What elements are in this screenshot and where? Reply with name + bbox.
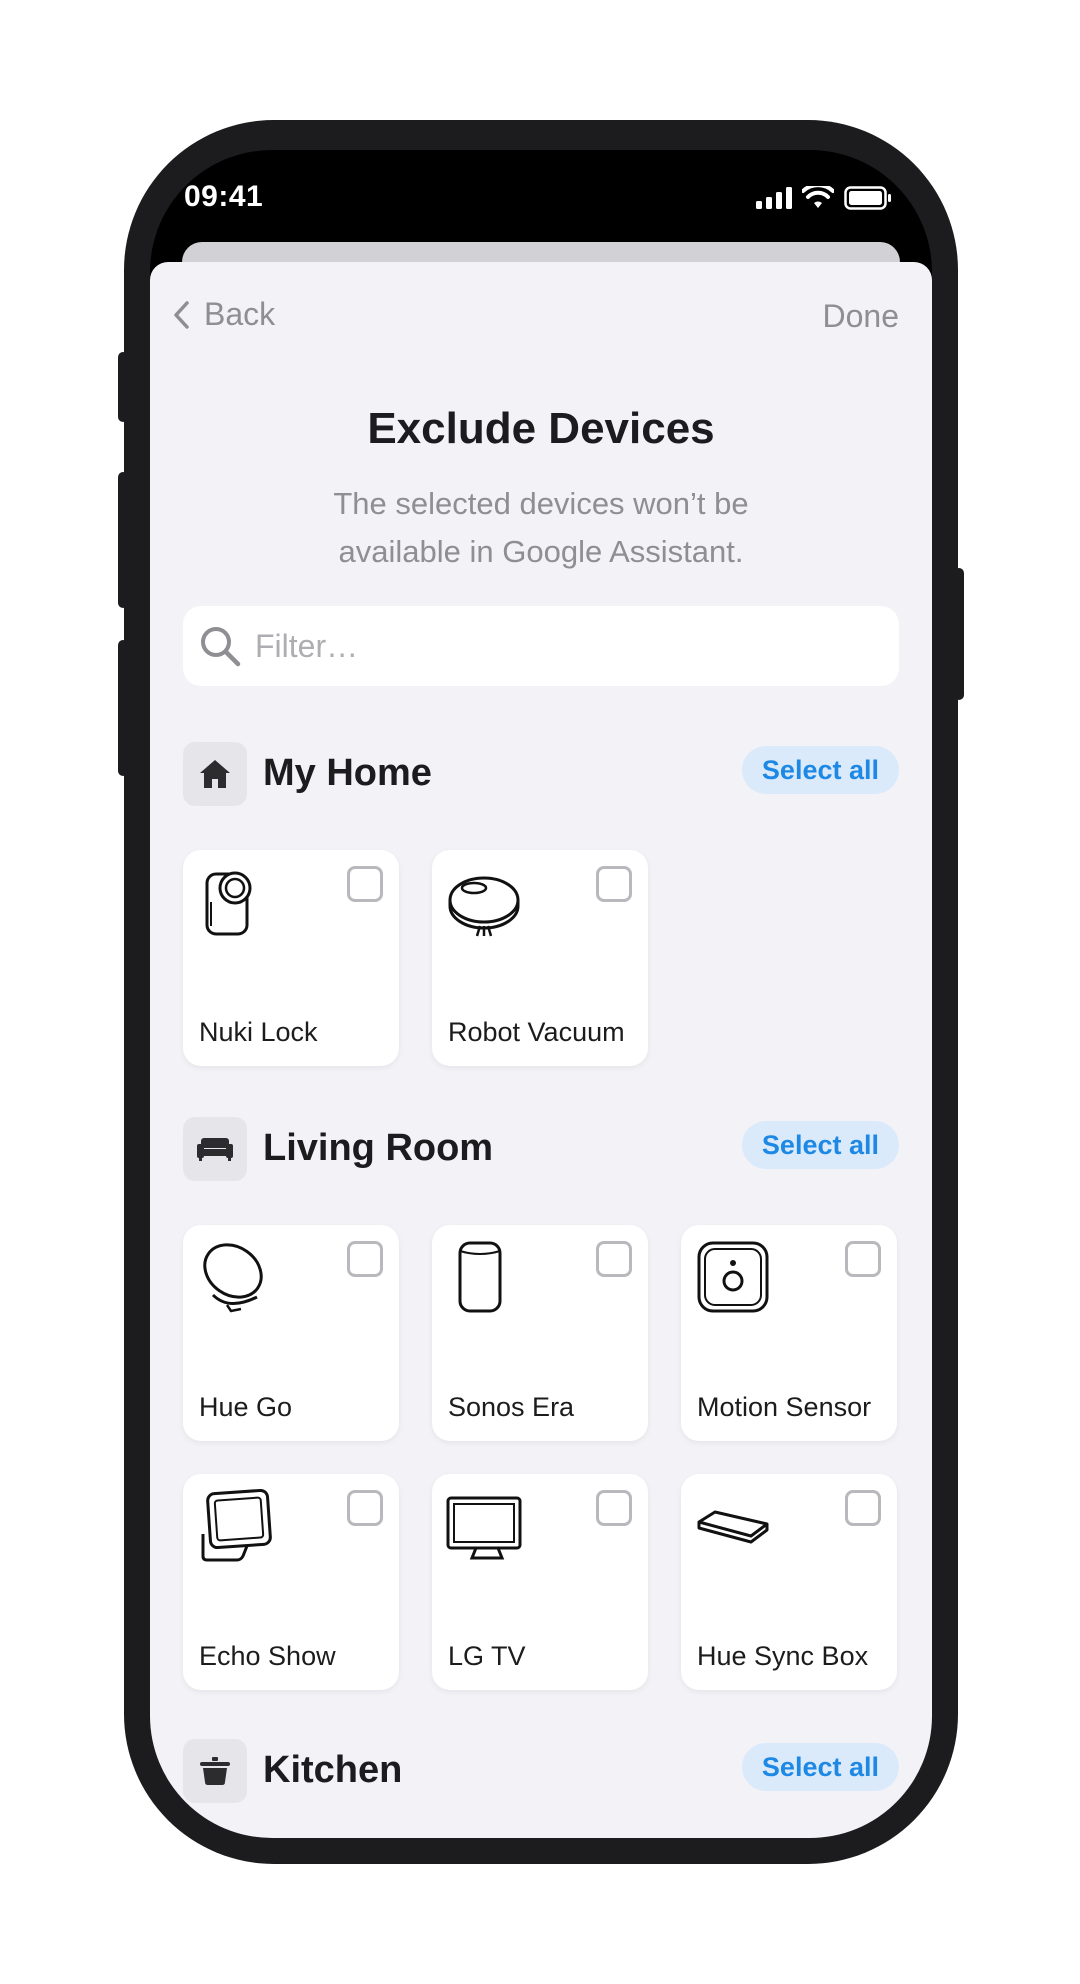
- select-all-button[interactable]: Select all: [741, 1121, 899, 1169]
- page-subtitle: The selected devices won’t be available …: [333, 486, 749, 569]
- device-label: Robot Vacuum: [448, 1017, 625, 1047]
- device-card-lg-tv[interactable]: LG TV: [432, 1474, 648, 1690]
- device-checkbox[interactable]: [347, 866, 383, 902]
- device-checkbox[interactable]: [347, 1490, 383, 1526]
- sofa-icon: [183, 1117, 247, 1181]
- device-checkbox[interactable]: [596, 866, 632, 902]
- status-icons: [756, 186, 892, 210]
- smart-display-icon: [201, 1488, 272, 1562]
- speaker-icon: [458, 1241, 502, 1313]
- device-checkbox[interactable]: [596, 1241, 632, 1277]
- section-header-living-room: Living Room Select all: [183, 1117, 899, 1181]
- section-header-kitchen: Kitchen Select all: [183, 1739, 899, 1803]
- device-label: Hue Sync Box: [697, 1641, 869, 1671]
- exclude-devices-sheet: Back Done Exclude Devices The selected d…: [150, 262, 932, 1838]
- phone-screen: 09:41 Back Done Exclude Devices The sele…: [150, 150, 932, 1838]
- section-header-my-home: My Home Select all: [183, 742, 899, 806]
- chevron-left-icon: [174, 300, 189, 329]
- device-label: Nuki Lock: [199, 1017, 318, 1047]
- battery-icon: [844, 186, 891, 210]
- smart-lock-icon: [205, 871, 252, 936]
- device-card-sonos-era[interactable]: Sonos Era: [432, 1225, 648, 1441]
- device-label: Motion Sensor: [697, 1392, 872, 1422]
- device-card-hue-go[interactable]: Hue Go: [183, 1225, 399, 1441]
- status-time: 09:41: [184, 180, 264, 213]
- device-checkbox[interactable]: [845, 1241, 881, 1277]
- filter-input[interactable]: [253, 626, 857, 666]
- phone-silent-switch: [118, 352, 128, 422]
- pot-icon: [183, 1739, 247, 1803]
- section-title: Living Room: [263, 1127, 494, 1169]
- device-checkbox[interactable]: [347, 1241, 383, 1277]
- device-label: Sonos Era: [448, 1392, 575, 1422]
- back-label: Back: [204, 296, 276, 332]
- tv-icon: [446, 1496, 522, 1560]
- device-card-robot-vacuum[interactable]: Robot Vacuum: [432, 850, 648, 1066]
- device-checkbox[interactable]: [596, 1490, 632, 1526]
- done-button[interactable]: Done: [823, 298, 900, 335]
- device-card-nuki-lock[interactable]: Nuki Lock: [183, 850, 399, 1066]
- back-button[interactable]: Back: [172, 296, 275, 333]
- section-title: My Home: [263, 752, 432, 794]
- cellular-signal-icon: [756, 187, 792, 209]
- device-label: Echo Show: [199, 1641, 336, 1671]
- phone-volume-up: [118, 472, 128, 608]
- search-icon: [201, 627, 241, 667]
- filter-search-bar[interactable]: [183, 606, 899, 686]
- section-title: Kitchen: [263, 1749, 403, 1791]
- device-card-hue-sync-box[interactable]: Hue Sync Box: [681, 1474, 897, 1690]
- robot-vacuum-icon: [448, 876, 520, 937]
- phone-power-button: [954, 568, 964, 700]
- device-card-motion-sensor[interactable]: Motion Sensor: [681, 1225, 897, 1441]
- phone-volume-down: [118, 640, 128, 776]
- device-card-echo-show[interactable]: Echo Show: [183, 1474, 399, 1690]
- wifi-icon: [802, 186, 834, 208]
- select-all-button[interactable]: Select all: [741, 746, 899, 794]
- hue-go-lamp-icon: [203, 1243, 263, 1313]
- page-title: Exclude Devices: [367, 404, 715, 453]
- motion-sensor-icon: [697, 1241, 769, 1313]
- select-all-button[interactable]: Select all: [741, 1743, 899, 1791]
- device-checkbox[interactable]: [845, 1490, 881, 1526]
- home-icon: [183, 742, 247, 806]
- device-label: LG TV: [448, 1641, 526, 1671]
- sync-box-icon: [697, 1510, 769, 1544]
- device-label: Hue Go: [199, 1392, 293, 1422]
